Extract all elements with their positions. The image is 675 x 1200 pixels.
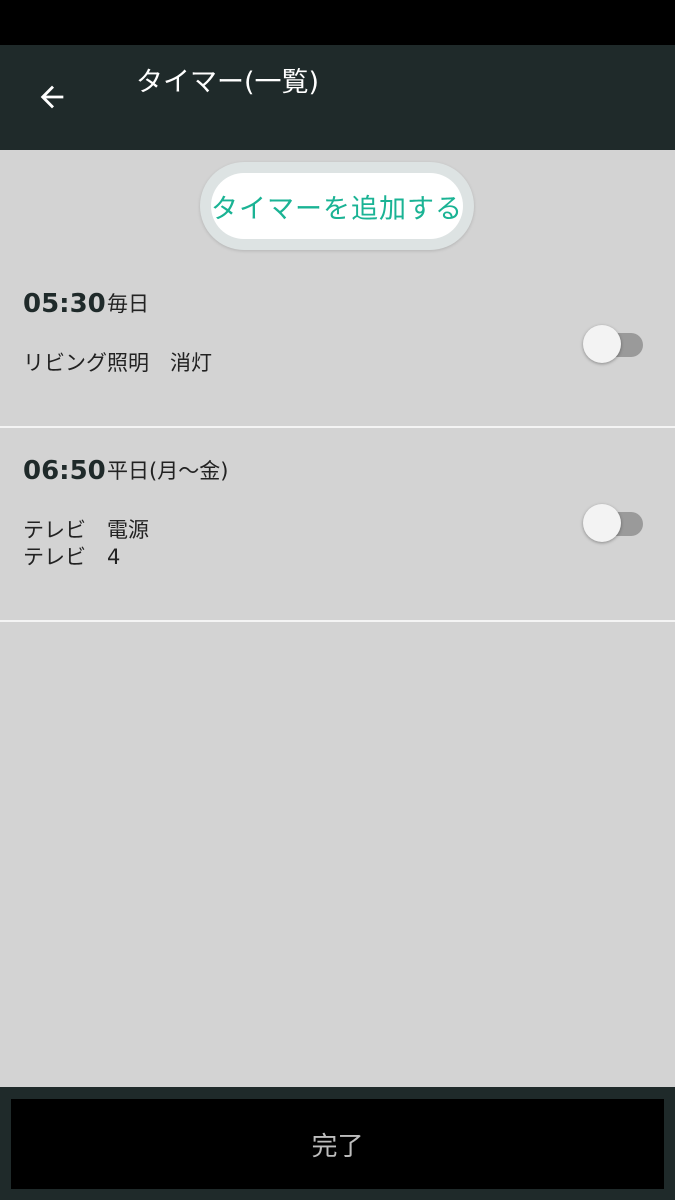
- timer-toggle[interactable]: [583, 325, 643, 365]
- status-bar: [0, 0, 675, 45]
- timer-repeat: 平日(月〜金): [107, 459, 229, 483]
- timer-item[interactable]: 05:30 毎日 リビング照明 消灯: [0, 278, 675, 428]
- timer-list-content: タイマーを追加する 05:30 毎日 リビング照明 消灯 06:50 平日(月〜…: [0, 150, 675, 1087]
- arrow-left-icon: [40, 85, 64, 109]
- timer-time: 06:50: [23, 456, 106, 486]
- timer-item[interactable]: 06:50 平日(月〜金) テレビ 電源 テレビ 4: [0, 428, 675, 622]
- add-timer-button-label: タイマーを追加する: [211, 173, 463, 239]
- timer-repeat: 毎日: [107, 292, 149, 316]
- timer-toggle[interactable]: [583, 504, 643, 544]
- back-button[interactable]: [22, 69, 82, 125]
- toggle-thumb: [583, 504, 621, 542]
- page-title: タイマー(一覧): [136, 67, 320, 98]
- timer-time: 05:30: [23, 289, 106, 319]
- timer-action: テレビ 電源: [23, 518, 149, 542]
- timer-action: リビング照明 消灯: [23, 351, 212, 375]
- app-bar: タイマー(一覧): [0, 45, 675, 150]
- bottom-bar: 完了: [0, 1087, 675, 1200]
- timer-action: テレビ 4: [23, 545, 121, 569]
- done-button[interactable]: 完了: [11, 1099, 664, 1189]
- toggle-thumb: [583, 325, 621, 363]
- add-timer-button[interactable]: タイマーを追加する: [200, 162, 474, 250]
